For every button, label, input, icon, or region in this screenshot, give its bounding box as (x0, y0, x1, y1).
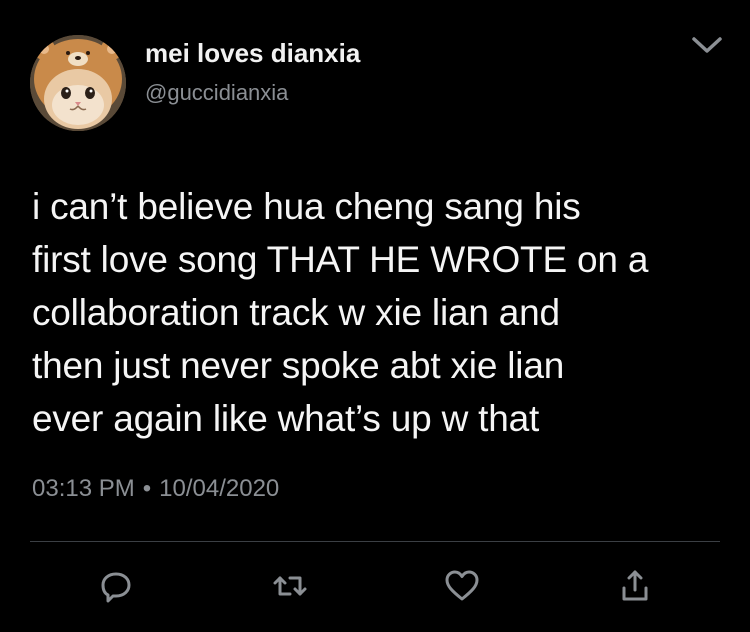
reply-icon (101, 572, 131, 603)
action-bar (0, 560, 750, 610)
retweet-button[interactable] (270, 566, 310, 606)
like-button[interactable] (442, 566, 482, 606)
meta-separator: • (142, 475, 152, 502)
tweet-card: mei loves dianxia @guccidianxia i can’t … (0, 0, 750, 632)
reply-button[interactable] (96, 566, 136, 606)
tweet-time: 03:13 PM (32, 475, 135, 502)
tweet-text: i can’t believe hua cheng sang his first… (32, 186, 649, 439)
avatar[interactable] (30, 35, 126, 131)
heart-icon (445, 570, 479, 601)
chevron-down-icon[interactable] (690, 34, 724, 58)
divider (30, 541, 720, 542)
display-name[interactable]: mei loves dianxia (145, 38, 360, 69)
retweet-icon (273, 576, 307, 596)
tweet-date: 10/04/2020 (159, 475, 280, 502)
share-button[interactable] (615, 566, 655, 606)
user-handle[interactable]: @guccidianxia (145, 80, 288, 106)
share-icon (622, 570, 648, 601)
cat-avatar-icon (30, 35, 126, 131)
tweet-timestamp[interactable]: 03:13 PM • 10/04/2020 (32, 475, 279, 503)
